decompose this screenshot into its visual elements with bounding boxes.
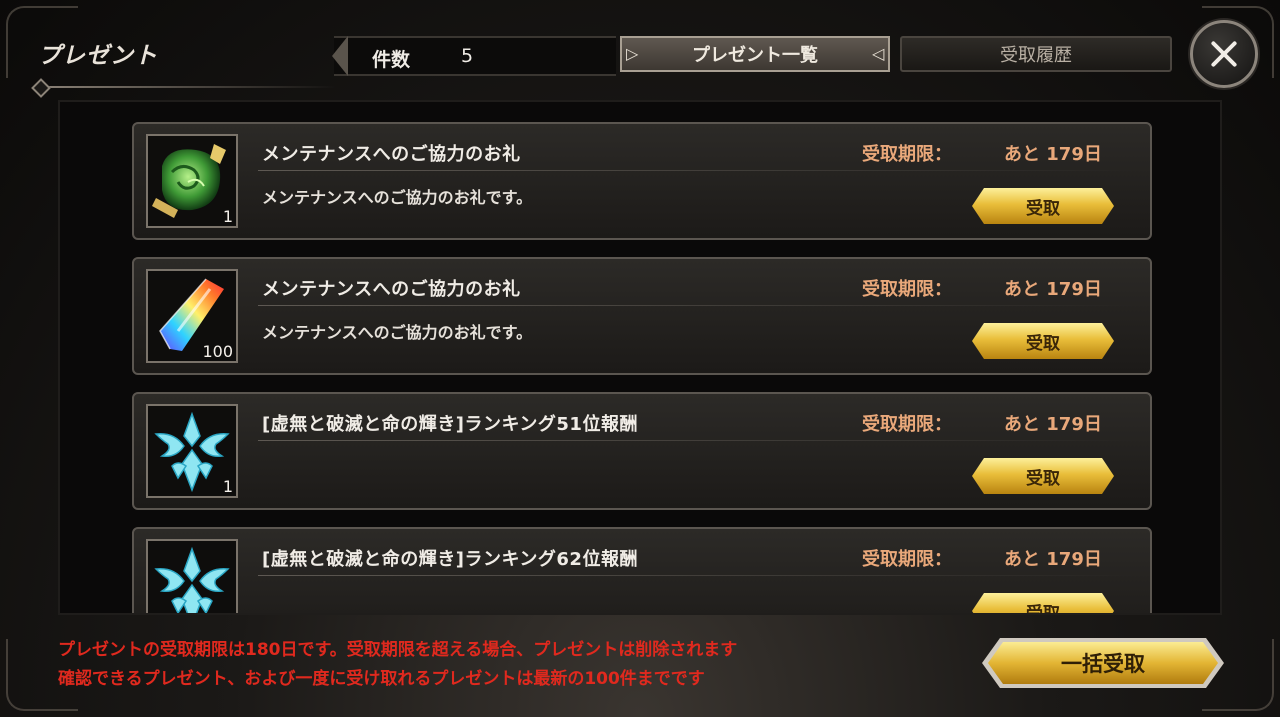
tab-present-list[interactable]: ▷ プレゼント一覧 ◁ <box>620 36 890 72</box>
present-row: 1 [虚無と破滅と命の輝き]ランキング51位報酬 受取期限： あと 179日 受… <box>132 392 1152 510</box>
claim-button-label: 受取 <box>1026 603 1060 615</box>
present-thumbnail: 1 <box>146 539 238 613</box>
count-label: 件数 <box>372 49 411 71</box>
row-divider <box>258 305 1138 306</box>
deadline-label: 受取期限： <box>862 144 952 165</box>
tab-claim-history[interactable]: 受取履歴 <box>900 36 1172 72</box>
deadline-label: 受取期限： <box>862 414 952 435</box>
row-divider <box>258 440 1138 441</box>
claim-button-label: 受取 <box>1026 333 1060 354</box>
claim-button[interactable]: 受取 <box>972 593 1114 615</box>
row-divider <box>258 170 1138 171</box>
bulk-claim-button-label: 一括受取 <box>1061 652 1145 676</box>
count-value: 5 <box>461 45 474 67</box>
present-thumbnail: 100 <box>146 269 238 363</box>
chevron-right-icon: ▷ <box>626 44 639 63</box>
expiry-notice: プレゼントの受取期限は180日です。受取期限を超える場合、プレゼントは削除されま… <box>58 636 737 694</box>
present-row: 100 メンテナンスへのご協力のお礼 メンテナンスへのご協力のお礼です。 受取期… <box>132 257 1152 375</box>
present-description: メンテナンスへのご協力のお礼です。 <box>262 188 533 207</box>
blue-emblem-icon <box>154 546 230 613</box>
claim-button[interactable]: 受取 <box>972 323 1114 359</box>
deadline-value: あと 179日 <box>1004 414 1102 435</box>
present-title: メンテナンスへのご協力のお礼 <box>262 279 521 300</box>
claim-button-label: 受取 <box>1026 468 1060 489</box>
claim-button[interactable]: 受取 <box>972 188 1114 224</box>
close-icon[interactable] <box>1190 20 1258 88</box>
page-title: プレゼント <box>38 43 158 69</box>
title-divider <box>36 86 336 88</box>
deadline-value: あと 179日 <box>1004 549 1102 570</box>
present-description: メンテナンスへのご協力のお礼です。 <box>262 323 533 342</box>
bulk-claim-button[interactable]: 一括受取 <box>982 638 1224 688</box>
claim-button-label: 受取 <box>1026 198 1060 219</box>
row-divider <box>258 575 1138 576</box>
present-row: 1 [虚無と破滅と命の輝き]ランキング62位報酬 受取期限： あと 179日 受… <box>132 527 1152 615</box>
deadline-label: 受取期限： <box>862 549 952 570</box>
deadline-value: あと 179日 <box>1004 279 1102 300</box>
present-title: メンテナンスへのご協力のお礼 <box>262 144 521 165</box>
present-quantity: 1 <box>222 207 233 226</box>
tab-present-list-label: プレゼント一覧 <box>692 45 818 66</box>
present-quantity: 100 <box>202 342 233 361</box>
present-title: [虚無と破滅と命の輝き]ランキング62位報酬 <box>262 549 638 570</box>
present-row: 1 メンテナンスへのご協力のお礼 メンテナンスへのご協力のお礼です。 受取期限：… <box>132 122 1152 240</box>
present-count-box: 件数 5 <box>332 36 616 76</box>
present-list[interactable]: 1 メンテナンスへのご協力のお礼 メンテナンスへのご協力のお礼です。 受取期限：… <box>58 100 1222 615</box>
notice-line-1: プレゼントの受取期限は180日です。受取期限を超える場合、プレゼントは削除されま… <box>58 640 738 660</box>
deadline-label: 受取期限： <box>862 279 952 300</box>
present-quantity: 1 <box>223 612 233 613</box>
present-thumbnail: 1 <box>146 134 238 228</box>
present-thumbnail: 1 <box>146 404 238 498</box>
present-quantity: 1 <box>222 477 233 496</box>
deadline-value: あと 179日 <box>1004 144 1102 165</box>
chevron-left-icon: ◁ <box>872 44 885 63</box>
notice-line-2: 確認できるプレゼント、および一度に受け取れるプレゼントは最新の100件までです <box>58 669 705 689</box>
present-title: [虚無と破滅と命の輝き]ランキング51位報酬 <box>262 414 638 435</box>
tab-claim-history-label: 受取履歴 <box>1000 45 1072 66</box>
claim-button[interactable]: 受取 <box>972 458 1114 494</box>
